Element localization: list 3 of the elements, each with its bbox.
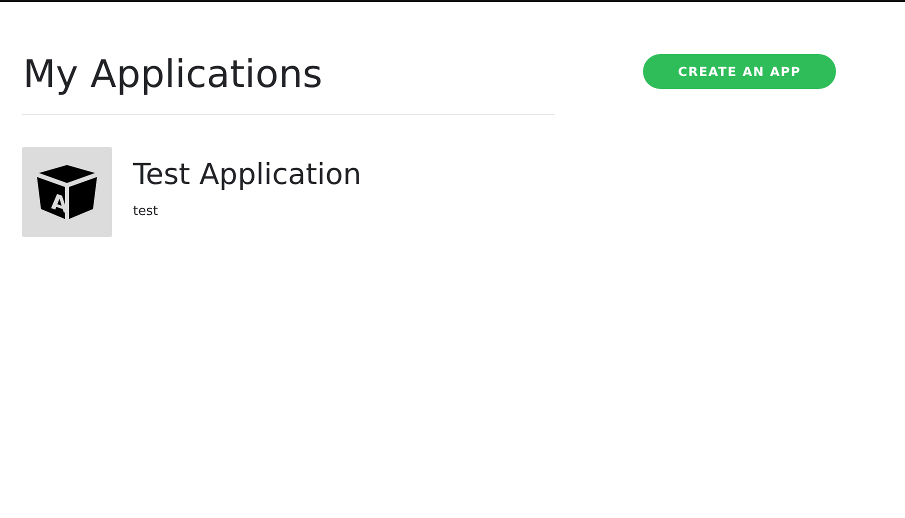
page-title: My Applications (22, 53, 324, 95)
app-description: test (133, 203, 159, 221)
app-name[interactable]: Test Application (133, 156, 362, 192)
